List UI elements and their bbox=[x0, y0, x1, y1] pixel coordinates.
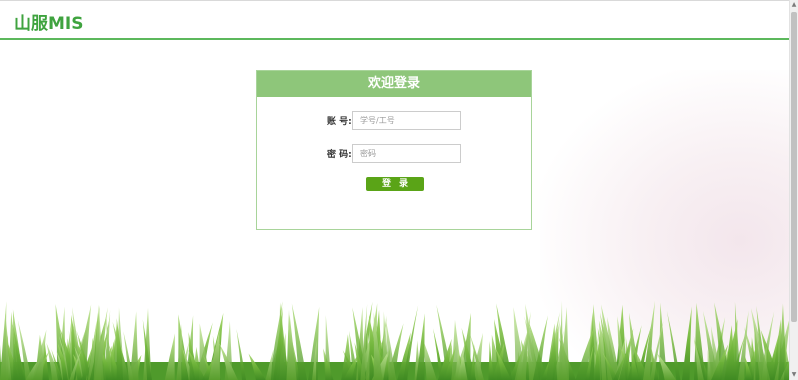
account-row: 账 号: bbox=[257, 111, 531, 131]
grass-decoration bbox=[0, 300, 789, 380]
account-label: 账 号: bbox=[327, 117, 352, 127]
login-button[interactable]: 登录 bbox=[366, 177, 424, 191]
scrollbar-thumb[interactable] bbox=[791, 12, 797, 322]
password-row: 密 码: bbox=[257, 144, 531, 164]
login-panel-title: 欢迎登录 bbox=[257, 71, 531, 97]
account-input[interactable] bbox=[352, 111, 461, 130]
content-area: 山服MIS 欢迎登录 账 号: 密 码: 登录 bbox=[0, 0, 789, 380]
password-label: 密 码: bbox=[327, 150, 352, 160]
triangle-down-icon[interactable]: ▼ bbox=[790, 370, 798, 380]
brand-logo[interactable]: 山服MIS bbox=[14, 9, 84, 34]
login-page: 山服MIS 欢迎登录 账 号: 密 码: 登录 bbox=[0, 0, 798, 380]
login-panel: 欢迎登录 账 号: 密 码: 登录 bbox=[256, 70, 532, 230]
password-input[interactable] bbox=[352, 144, 461, 163]
vertical-scrollbar[interactable]: ▲ ▼ bbox=[789, 0, 798, 380]
top-bar: 山服MIS bbox=[0, 0, 789, 40]
triangle-up-icon[interactable]: ▲ bbox=[790, 0, 798, 10]
